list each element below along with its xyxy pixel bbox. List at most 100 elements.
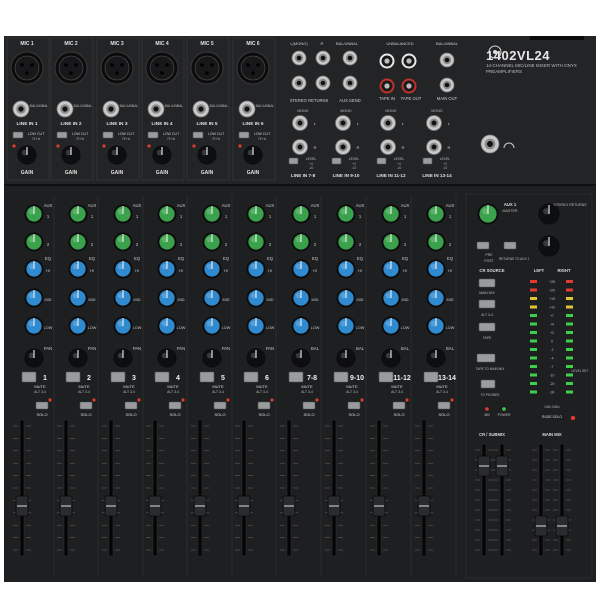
eq-low-knob-ch3[interactable] [113,316,133,336]
gain-knob-2[interactable] [61,145,81,165]
aux1-knob-ch8[interactable] [336,204,356,224]
channel-fader-ch5[interactable] [191,419,209,557]
aux2-knob-ch5[interactable] [202,232,222,252]
eq-low-knob-ch7[interactable] [291,316,311,336]
solo-button-ch10[interactable] [437,401,451,410]
eq-mid-knob-ch5[interactable] [202,288,222,308]
main-out-jack-l[interactable] [439,52,455,68]
pre-post-button[interactable] [476,241,490,250]
solo-button-ch6[interactable] [257,401,271,410]
main-mix-fader-r[interactable] [553,443,571,557]
eq-mid-knob-ch6[interactable] [246,288,266,308]
channel-fader-ch4[interactable] [146,419,164,557]
solo-button-ch8[interactable] [347,401,361,410]
low-cut-button-1[interactable] [12,131,24,139]
line-in-jack-2[interactable] [56,100,74,118]
aux1-knob-ch10[interactable] [426,204,446,224]
aux1-knob-ch5[interactable] [202,204,222,224]
eq-low-knob-ch8[interactable] [336,316,356,336]
cr-submix-fader-l[interactable] [475,443,493,557]
line-jack-r-4[interactable] [426,139,442,155]
aux2-knob-ch3[interactable] [113,232,133,252]
aux2-knob-ch7[interactable] [291,232,311,252]
line-in-jack-6[interactable] [238,100,256,118]
level-button-2[interactable] [331,157,342,165]
pan-knob-ch1[interactable] [24,348,44,368]
mute-button-ch1[interactable] [21,371,37,383]
channel-fader-ch3[interactable] [102,419,120,557]
xlr-input-3[interactable] [100,51,134,85]
eq-hi-knob-ch2[interactable] [68,259,88,279]
mute-button-ch8[interactable] [333,371,349,383]
solo-button-ch2[interactable] [79,401,93,410]
low-cut-button-3[interactable] [102,131,114,139]
aux2-knob-ch8[interactable] [336,232,356,252]
aux1-knob-ch9[interactable] [381,204,401,224]
aux1-knob-ch7[interactable] [291,204,311,224]
main-out-jack-r[interactable] [439,77,455,93]
cr-main-mix-button[interactable] [478,278,496,288]
eq-hi-knob-ch7[interactable] [291,259,311,279]
eq-hi-knob-ch9[interactable] [381,259,401,279]
eq-mid-knob-ch4[interactable] [157,288,177,308]
line-jack-l-2[interactable] [335,115,351,131]
mute-button-ch4[interactable] [154,371,170,383]
tape-to-main-button[interactable] [476,353,496,363]
rca-jack-2[interactable] [401,53,417,69]
line-jack-l-3[interactable] [380,115,396,131]
channel-fader-ch8[interactable] [325,419,343,557]
cr-submix-fader-r[interactable] [493,443,511,557]
eq-mid-knob-ch9[interactable] [381,288,401,308]
eq-mid-knob-ch7[interactable] [291,288,311,308]
eq-hi-knob-ch8[interactable] [336,259,356,279]
aux2-knob-ch2[interactable] [68,232,88,252]
solo-button-ch4[interactable] [168,401,182,410]
channel-fader-ch1[interactable] [13,419,31,557]
stereo-return-jack-3[interactable] [291,75,307,91]
mute-button-ch10[interactable] [423,371,439,383]
low-cut-button-6[interactable] [238,131,250,139]
gain-knob-4[interactable] [152,145,172,165]
level-button-4[interactable] [422,157,433,165]
pan-knob-ch7[interactable] [291,348,311,368]
gain-knob-5[interactable] [197,145,217,165]
cr-alt34-button[interactable] [478,299,496,309]
line-jack-l-1[interactable] [292,115,308,131]
stereo-return-jack-4[interactable] [315,75,331,91]
xlr-input-5[interactable] [190,51,224,85]
phones-jack[interactable] [480,134,500,154]
aux1-knob-ch1[interactable] [24,204,44,224]
line-in-jack-1[interactable] [12,100,30,118]
pan-knob-ch9[interactable] [381,348,401,368]
aux-send-jack-1[interactable] [342,50,358,66]
low-cut-button-2[interactable] [56,131,68,139]
aux1-master-knob[interactable] [477,203,499,225]
line-in-jack-5[interactable] [192,100,210,118]
mute-button-ch3[interactable] [110,371,126,383]
channel-fader-ch6[interactable] [235,419,253,557]
aux2-knob-ch1[interactable] [24,232,44,252]
level-button-3[interactable] [376,157,387,165]
eq-low-knob-ch9[interactable] [381,316,401,336]
eq-low-knob-ch5[interactable] [202,316,222,336]
gain-knob-6[interactable] [243,145,263,165]
pan-knob-ch4[interactable] [157,348,177,368]
eq-low-knob-ch1[interactable] [24,316,44,336]
gain-knob-1[interactable] [17,145,37,165]
cr-tape-button[interactable] [478,322,496,332]
solo-button-ch5[interactable] [213,401,227,410]
xlr-input-4[interactable] [145,51,179,85]
line-jack-l-4[interactable] [426,115,442,131]
xlr-input-2[interactable] [54,51,88,85]
xlr-input-6[interactable] [236,51,270,85]
eq-low-knob-ch6[interactable] [246,316,266,336]
aux2-knob-ch10[interactable] [426,232,446,252]
low-cut-button-4[interactable] [147,131,159,139]
rca-jack-3[interactable] [379,78,395,94]
pan-knob-ch5[interactable] [202,348,222,368]
eq-hi-knob-ch3[interactable] [113,259,133,279]
channel-fader-ch2[interactable] [57,419,75,557]
aux-send-jack-2[interactable] [342,75,358,91]
line-in-jack-4[interactable] [147,100,165,118]
line-jack-r-3[interactable] [380,139,396,155]
